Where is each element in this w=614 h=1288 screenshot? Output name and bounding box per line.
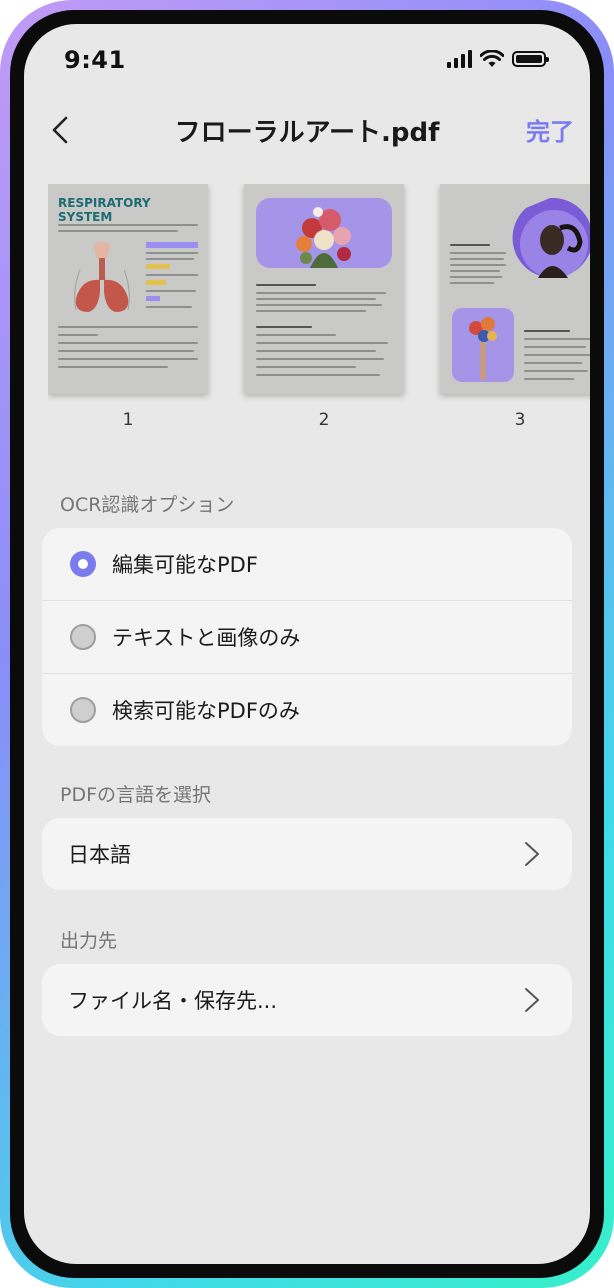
page-preview: RESPIRATORY SYSTEM: [48, 184, 208, 394]
ocr-option-label: 編集可能なPDF: [112, 553, 258, 577]
flower-bouquet-image: [296, 207, 351, 268]
chevron-right-icon: [525, 988, 539, 1012]
page-number: 1: [122, 410, 134, 430]
page-thumbnail-3[interactable]: 3: [440, 184, 590, 430]
radio-unselected-icon[interactable]: [70, 697, 96, 723]
page-title: フローラルアート.pdf: [174, 118, 440, 148]
output-section-label: 出力先: [60, 930, 118, 952]
done-button[interactable]: 完了: [526, 112, 574, 147]
page-thumbnails: RESPIRATORY SYSTEM 1 2 3: [48, 184, 590, 454]
page-preview: [440, 184, 590, 394]
page-thumbnail-1[interactable]: RESPIRATORY SYSTEM 1: [48, 184, 208, 430]
page-preview: [244, 184, 404, 394]
page-thumbnail-2[interactable]: 2: [244, 184, 404, 430]
output-destination-selector[interactable]: ファイル名・保存先...: [42, 964, 572, 1036]
status-time: 9:41: [64, 46, 126, 74]
page-number: 2: [318, 410, 330, 430]
ocr-option-text-and-images[interactable]: テキストと画像のみ: [42, 600, 572, 673]
ocr-option-label: 検索可能なPDFのみ: [112, 699, 300, 723]
cellular-signal-icon: [447, 50, 472, 68]
ocr-option-searchable-pdf[interactable]: 検索可能なPDFのみ: [42, 673, 572, 746]
wifi-icon: [480, 50, 504, 67]
page-number: 3: [514, 410, 526, 430]
ocr-options-card: 編集可能なPDF テキストと画像のみ 検索可能なPDFのみ: [42, 528, 572, 746]
radio-unselected-icon[interactable]: [70, 624, 96, 650]
language-selector[interactable]: 日本語: [42, 818, 572, 890]
battery-icon: [512, 51, 549, 67]
radio-selected-icon[interactable]: [70, 551, 96, 577]
language-section-label: PDFの言語を選択: [60, 784, 212, 806]
language-value: 日本語: [68, 843, 131, 867]
hand-flowers-image: [469, 317, 497, 380]
portrait-image: [512, 198, 590, 278]
ocr-option-label: テキストと画像のみ: [112, 626, 301, 650]
page-heading: RESPIRATORY SYSTEM: [58, 196, 151, 224]
ocr-option-editable-pdf[interactable]: 編集可能なPDF: [42, 528, 572, 600]
lungs-diagram: [74, 242, 130, 312]
chevron-right-icon: [525, 842, 539, 866]
navigation-bar: フローラルアート.pdf 完了: [24, 108, 590, 152]
app-screen: 9:41 フローラルアート.pdf 完了 RESPIRATORY SYSTEM: [24, 24, 590, 1264]
output-value: ファイル名・保存先...: [68, 989, 278, 1013]
language-card: 日本語: [42, 818, 572, 890]
status-icons: [447, 50, 549, 68]
output-card: ファイル名・保存先...: [42, 964, 572, 1036]
ocr-section-label: OCR認識オプション: [60, 494, 235, 516]
